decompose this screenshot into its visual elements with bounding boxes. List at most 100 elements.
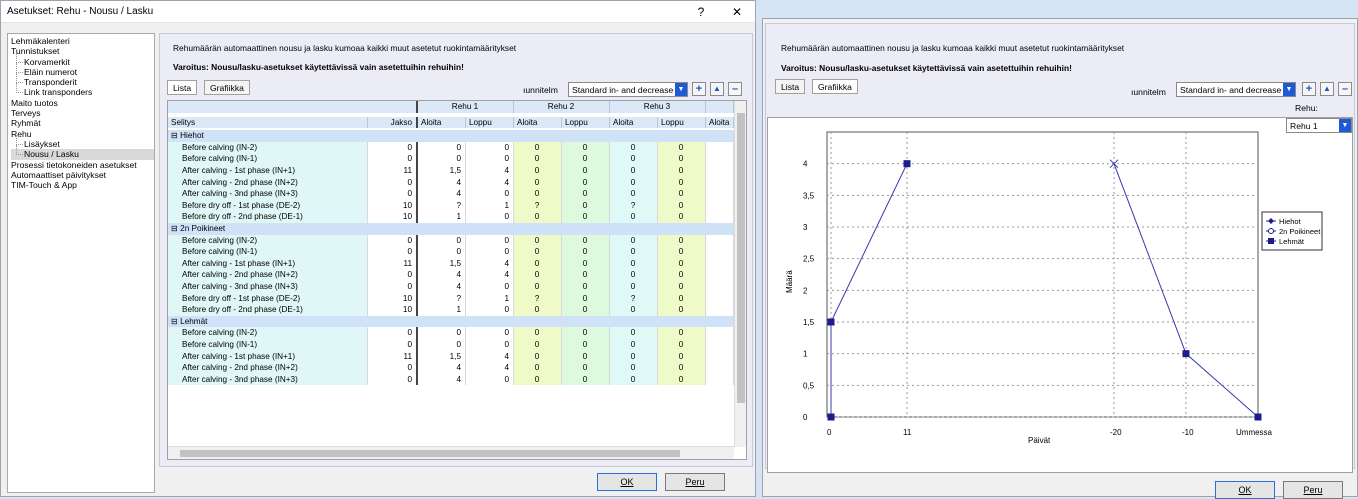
table-cell[interactable]: 0 <box>466 339 514 351</box>
tree-item[interactable]: Tunnistukset <box>11 46 154 56</box>
table-cell[interactable]: ? <box>514 292 562 305</box>
table-cell[interactable]: 0 <box>418 246 466 258</box>
table-cell[interactable]: 0 <box>514 153 562 165</box>
table-cell[interactable]: 4 <box>466 165 514 177</box>
group-header[interactable]: ⊟ 2n Poikineet <box>168 223 734 235</box>
tree-item[interactable]: Eläin numerot <box>11 62 154 77</box>
feed-select[interactable]: Rehu 1 ▼ <box>1286 118 1352 133</box>
table-cell[interactable]: 0 <box>610 350 658 363</box>
cancel-button[interactable]: Peru <box>665 473 725 491</box>
table-cell[interactable]: 0 <box>514 269 562 281</box>
table-cell[interactable]: 0 <box>562 246 610 258</box>
table-cell[interactable]: 0 <box>610 153 658 165</box>
table-cell[interactable]: 0 <box>368 281 418 293</box>
table-cell[interactable]: 0 <box>466 141 514 154</box>
table-cell[interactable]: 0 <box>658 188 706 200</box>
tab-graph[interactable]: Grafiikka <box>204 80 250 95</box>
table-cell[interactable]: 4 <box>466 269 514 281</box>
table-cell[interactable]: 0 <box>658 257 706 270</box>
table-cell[interactable]: 0 <box>610 176 658 189</box>
table-cell[interactable]: 0 <box>514 362 562 374</box>
tree-item[interactable]: Automaattiset päivitykset <box>11 170 154 180</box>
plan-select[interactable]: Standard in- and decrease ▼ <box>1176 82 1296 97</box>
table-cell[interactable]: 0 <box>658 165 706 177</box>
table-cell[interactable]: 0 <box>658 246 706 258</box>
tree-item[interactable]: Ryhmät <box>11 118 154 128</box>
table-cell[interactable]: 0 <box>466 234 514 247</box>
table-cell[interactable]: 1,5 <box>418 165 466 177</box>
help-button[interactable]: ? <box>683 5 719 19</box>
move-up-button[interactable]: ▲ <box>1320 82 1334 96</box>
table-cell[interactable]: 0 <box>368 339 418 351</box>
table-cell[interactable]: 0 <box>368 327 418 339</box>
table-cell[interactable]: 0 <box>562 234 610 247</box>
table-cell[interactable]: 0 <box>514 246 562 258</box>
table-cell[interactable]: 0 <box>658 373 706 386</box>
remove-button[interactable]: – <box>728 82 742 96</box>
table-cell[interactable]: 0 <box>514 165 562 177</box>
table-cell[interactable]: 0 <box>562 269 610 281</box>
table-cell[interactable]: 0 <box>368 373 418 386</box>
table-cell[interactable]: 0 <box>562 339 610 351</box>
table-cell[interactable]: 1 <box>418 211 466 223</box>
table-cell[interactable]: 4 <box>466 257 514 270</box>
table-cell[interactable]: 11 <box>368 257 418 270</box>
table-cell[interactable]: ? <box>418 292 466 305</box>
ok-button[interactable]: OK <box>597 473 657 491</box>
table-cell[interactable]: 0 <box>610 165 658 177</box>
tree-item[interactable]: Korvamerkit <box>11 52 154 67</box>
tab-list[interactable]: Lista <box>167 80 198 95</box>
table-cell[interactable]: 10 <box>368 211 418 223</box>
table-cell[interactable]: 0 <box>562 153 610 165</box>
table-cell[interactable]: 0 <box>466 188 514 200</box>
table-cell[interactable]: 0 <box>610 141 658 154</box>
table-cell[interactable]: 0 <box>562 292 610 305</box>
table-cell[interactable]: 0 <box>658 199 706 212</box>
table-cell[interactable]: ? <box>610 292 658 305</box>
table-cell[interactable]: 0 <box>658 176 706 189</box>
table-cell[interactable]: 0 <box>514 188 562 200</box>
table-cell[interactable]: 0 <box>610 281 658 293</box>
plan-select[interactable]: Standard in- and decrease ▼ <box>568 82 688 97</box>
table-cell[interactable]: 0 <box>514 141 562 154</box>
tree-item[interactable]: Rehu <box>11 129 154 139</box>
tab-graph[interactable]: Grafiikka <box>812 79 858 94</box>
horizontal-scrollbar[interactable] <box>168 446 734 459</box>
group-header[interactable]: ⊟ Hiehot <box>168 130 734 142</box>
table-cell[interactable]: 1 <box>466 199 514 212</box>
table-cell[interactable]: 4 <box>418 373 466 386</box>
table-cell[interactable]: 1,5 <box>418 350 466 363</box>
table-cell[interactable]: 0 <box>562 165 610 177</box>
table-cell[interactable]: 0 <box>658 304 706 316</box>
table-cell[interactable]: 0 <box>610 246 658 258</box>
table-cell[interactable]: 0 <box>658 281 706 293</box>
table-cell[interactable]: 1 <box>466 292 514 305</box>
table-cell[interactable]: 0 <box>658 292 706 305</box>
chevron-down-icon[interactable]: ▼ <box>675 83 687 96</box>
table-cell[interactable]: 4 <box>418 188 466 200</box>
table-cell[interactable]: 0 <box>658 362 706 374</box>
table-cell[interactable]: 0 <box>368 269 418 281</box>
move-up-button[interactable]: ▲ <box>710 82 724 96</box>
collapse-icon[interactable]: ⊟ <box>171 131 180 140</box>
table-cell[interactable]: 0 <box>562 327 610 339</box>
table-cell[interactable]: 0 <box>466 246 514 258</box>
table-cell[interactable]: 0 <box>514 350 562 363</box>
tree-item[interactable]: Lisäykset <box>11 134 154 149</box>
table-cell[interactable]: 4 <box>466 176 514 189</box>
group-header[interactable]: ⊟ Lehmät <box>168 315 734 328</box>
tab-list[interactable]: Lista <box>775 79 806 94</box>
table-cell[interactable]: 0 <box>418 141 466 154</box>
chevron-down-icon[interactable]: ▼ <box>1339 119 1351 132</box>
table-cell[interactable]: 0 <box>368 153 418 165</box>
tree-item[interactable]: Transponderit <box>11 73 154 87</box>
table-cell[interactable]: 4 <box>418 269 466 281</box>
table-cell[interactable]: 0 <box>610 211 658 223</box>
tree-item[interactable]: Lehmäkalenteri <box>11 36 154 46</box>
table-cell[interactable]: 4 <box>418 281 466 293</box>
table-cell[interactable]: ? <box>610 199 658 212</box>
table-cell[interactable]: ? <box>418 199 466 212</box>
table-cell[interactable]: 0 <box>514 234 562 247</box>
table-cell[interactable]: 0 <box>562 199 610 212</box>
chevron-down-icon[interactable]: ▼ <box>1283 83 1295 96</box>
